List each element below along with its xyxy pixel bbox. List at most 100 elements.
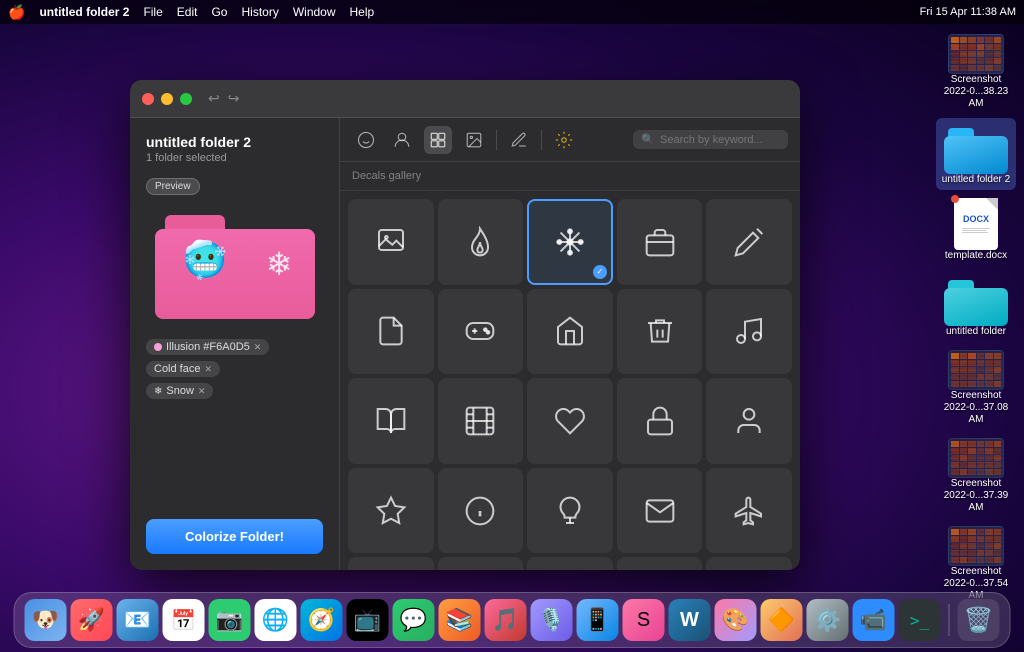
tag-illusion-pill[interactable]: Illusion #F6A0D5 ✕: [146, 339, 269, 355]
dock-vlc[interactable]: 🔶: [761, 599, 803, 641]
toolbar-settings-tab[interactable]: [550, 126, 578, 154]
toolbar-photos-tab[interactable]: [460, 126, 488, 154]
desktop-icon-screenshot1[interactable]: Screenshot2022-0...38.23 AM: [936, 30, 1016, 114]
dock-setapp[interactable]: S: [623, 599, 665, 641]
folder-colorizer-icon: 🎨: [722, 607, 749, 633]
dock-trash[interactable]: 🗑️: [958, 599, 1000, 641]
tag-cold-face-remove[interactable]: ✕: [204, 364, 212, 375]
icon-lock[interactable]: [617, 378, 703, 464]
tag-illusion-remove[interactable]: ✕: [254, 342, 262, 353]
dock-books[interactable]: 📚: [439, 599, 481, 641]
dock-appstore[interactable]: 📱: [577, 599, 619, 641]
dock-chrome[interactable]: 🌐: [255, 599, 297, 641]
icon-music-note[interactable]: [706, 289, 792, 375]
icon-person[interactable]: [706, 378, 792, 464]
right-panel: 🔍 Decals gallery ✓: [340, 118, 800, 570]
dock-finder[interactable]: 🐶: [25, 599, 67, 641]
menu-window[interactable]: Window: [293, 5, 336, 19]
desktop-icon-screenshot3[interactable]: Screenshot2022-0...37.39 AM: [936, 434, 1016, 518]
tag-snow-remove[interactable]: ✕: [198, 386, 206, 397]
dock: 🐶 🚀 📧 📅 📷 🌐 🧭 📺 💬 📚 🎵 🎙️ 📱 S W 🎨: [14, 592, 1011, 648]
fullscreen-button[interactable]: [180, 93, 192, 105]
desktop-icon-screenshot2[interactable]: Screenshot2022-0...37.08 AM: [936, 346, 1016, 430]
dock-appletv[interactable]: 📺: [347, 599, 389, 641]
menu-help[interactable]: Help: [350, 5, 375, 19]
icon-grid: ✓: [340, 191, 800, 570]
icon-smiley[interactable]: [438, 557, 524, 570]
dock-music[interactable]: 🎵: [485, 599, 527, 641]
tag-cold-face-pill[interactable]: Cold face ✕: [146, 361, 220, 377]
tag-snow-pill[interactable]: ❄ Snow ✕: [146, 383, 213, 399]
icon-briefcase[interactable]: [617, 199, 703, 285]
toolbar-emoji-tab[interactable]: [352, 126, 380, 154]
menu-go[interactable]: Go: [211, 5, 227, 19]
screenshot3-thumb: [948, 438, 1004, 478]
tag-snow-icon: ❄: [154, 386, 162, 397]
toolbar-faces-tab[interactable]: [388, 126, 416, 154]
icon-fire[interactable]: [438, 199, 524, 285]
dock-system-prefs[interactable]: ⚙️: [807, 599, 849, 641]
toolbar-decals-tab[interactable]: [424, 126, 452, 154]
gallery-label: Decals gallery: [352, 170, 421, 182]
back-button[interactable]: ↩: [208, 90, 220, 107]
icon-lightbulb[interactable]: [527, 468, 613, 554]
dock-folder-colorizer[interactable]: 🎨: [715, 599, 757, 641]
icon-play-pause[interactable]: [348, 557, 434, 570]
desktop-icon-untitled-folder[interactable]: untitled folder: [936, 270, 1016, 342]
terminal-icon: >_: [910, 611, 929, 630]
minimize-button[interactable]: [161, 93, 173, 105]
dock-facetime[interactable]: 📷: [209, 599, 251, 641]
dock-podcasts[interactable]: 🎙️: [531, 599, 573, 641]
menu-file[interactable]: File: [143, 5, 162, 19]
screenshot2-label: Screenshot2022-0...37.08 AM: [940, 390, 1012, 426]
toolbar-pencil-tab[interactable]: [505, 126, 533, 154]
icon-pencil[interactable]: [706, 199, 792, 285]
desktop-icon-untitled-folder-2[interactable]: untitled folder 2: [936, 118, 1016, 190]
icon-house[interactable]: [527, 289, 613, 375]
icon-landscape[interactable]: [348, 199, 434, 285]
dock-word[interactable]: W: [669, 599, 711, 641]
facetime-icon: 📷: [216, 607, 243, 633]
icon-document[interactable]: [348, 289, 434, 375]
screenshot3-label: Screenshot2022-0...37.39 AM: [940, 478, 1012, 514]
desktop-icon-template-docx[interactable]: DOCX template.docx: [936, 194, 1016, 266]
appletv-icon: 📺: [354, 607, 381, 633]
tag-cold-face: Cold face ✕: [146, 361, 323, 377]
icon-heart[interactable]: [527, 378, 613, 464]
dock-mail[interactable]: 📧: [117, 599, 159, 641]
dock-terminal[interactable]: >_: [899, 599, 941, 641]
icon-car[interactable]: [706, 557, 792, 570]
dock-launchpad[interactable]: 🚀: [71, 599, 113, 641]
close-button[interactable]: [142, 93, 154, 105]
menu-edit[interactable]: Edit: [177, 5, 198, 19]
icon-bug[interactable]: [617, 557, 703, 570]
template-docx-label: template.docx: [945, 250, 1007, 262]
icon-snowflake[interactable]: ✓: [527, 199, 613, 285]
snowflake-checkmark: ✓: [593, 265, 607, 279]
icon-envelope[interactable]: [617, 468, 703, 554]
icon-airplane[interactable]: [706, 468, 792, 554]
appstore-icon: 📱: [584, 607, 611, 633]
preview-badge-container: Preview: [146, 176, 323, 195]
search-input[interactable]: [660, 134, 780, 146]
dock-messages[interactable]: 💬: [393, 599, 435, 641]
icon-text-arc[interactable]: A3B: [527, 557, 613, 570]
forward-button[interactable]: ↪: [228, 90, 240, 107]
icon-info[interactable]: [438, 468, 524, 554]
icon-book[interactable]: [348, 378, 434, 464]
colorize-button[interactable]: Colorize Folder!: [146, 519, 323, 554]
trash-icon: 🗑️: [964, 606, 994, 635]
icon-trash[interactable]: [617, 289, 703, 375]
dock-zoom[interactable]: 📹: [853, 599, 895, 641]
dock-calendar[interactable]: 📅: [163, 599, 205, 641]
folder-subtitle: 1 folder selected: [146, 152, 323, 164]
tag-illusion-dot: [154, 343, 162, 351]
dock-safari[interactable]: 🧭: [301, 599, 343, 641]
untitled-folder-label: untitled folder: [946, 326, 1006, 338]
icon-gamepad[interactable]: [438, 289, 524, 375]
icon-star[interactable]: [348, 468, 434, 554]
menu-history[interactable]: History: [241, 5, 278, 19]
toolbar-divider: [496, 130, 497, 150]
icon-film[interactable]: [438, 378, 524, 464]
apple-menu[interactable]: 🍎: [8, 4, 25, 21]
